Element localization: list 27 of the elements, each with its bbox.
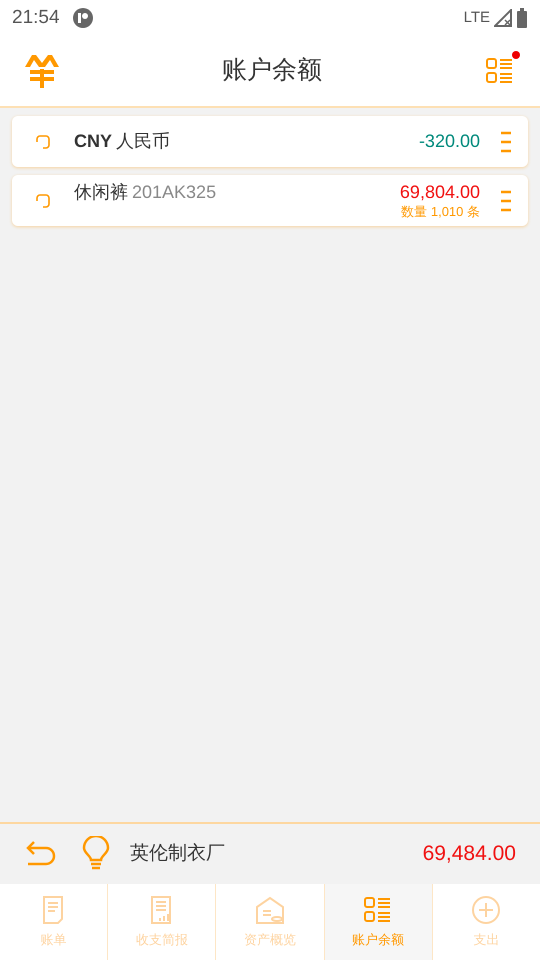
status-time: 21:54 [12, 6, 60, 30]
checkbox-icon[interactable] [36, 134, 50, 148]
checkbox-icon[interactable] [36, 194, 50, 208]
item-code: 201AK325 [132, 181, 216, 204]
item-name: 休闲裤 [74, 181, 128, 204]
yen-logo-icon[interactable] [24, 53, 60, 89]
add-icon [470, 894, 502, 926]
page-title: 账户余额 [222, 55, 322, 86]
battery-icon [516, 8, 528, 28]
account-amount: -320.00 [418, 130, 480, 153]
quantity-text: 数量 1,010 条 [401, 204, 480, 220]
nav-tab[interactable]: 账户余额 [324, 884, 432, 960]
company-name: 英伦制衣厂 [130, 842, 226, 866]
undo-icon[interactable] [24, 840, 58, 868]
menu-icon[interactable] [500, 190, 512, 212]
app-notification-icon [72, 7, 94, 29]
account-card[interactable]: 休闲裤 201AK325 69,804.00 数量 1,010 条 [12, 175, 528, 226]
account-amount: 69,804.00 [400, 181, 480, 204]
total-amount: 69,484.00 [422, 841, 516, 868]
network-type: LTE [464, 8, 490, 28]
currency-code: CNY [74, 130, 112, 153]
menu-icon[interactable] [500, 130, 512, 152]
account-card[interactable]: CNY 人民币 -320.00 [12, 116, 528, 167]
assets-icon [254, 894, 286, 926]
lightbulb-icon[interactable] [82, 836, 110, 872]
signal-icon [494, 9, 512, 27]
currency-name: 人民币 [116, 130, 170, 153]
